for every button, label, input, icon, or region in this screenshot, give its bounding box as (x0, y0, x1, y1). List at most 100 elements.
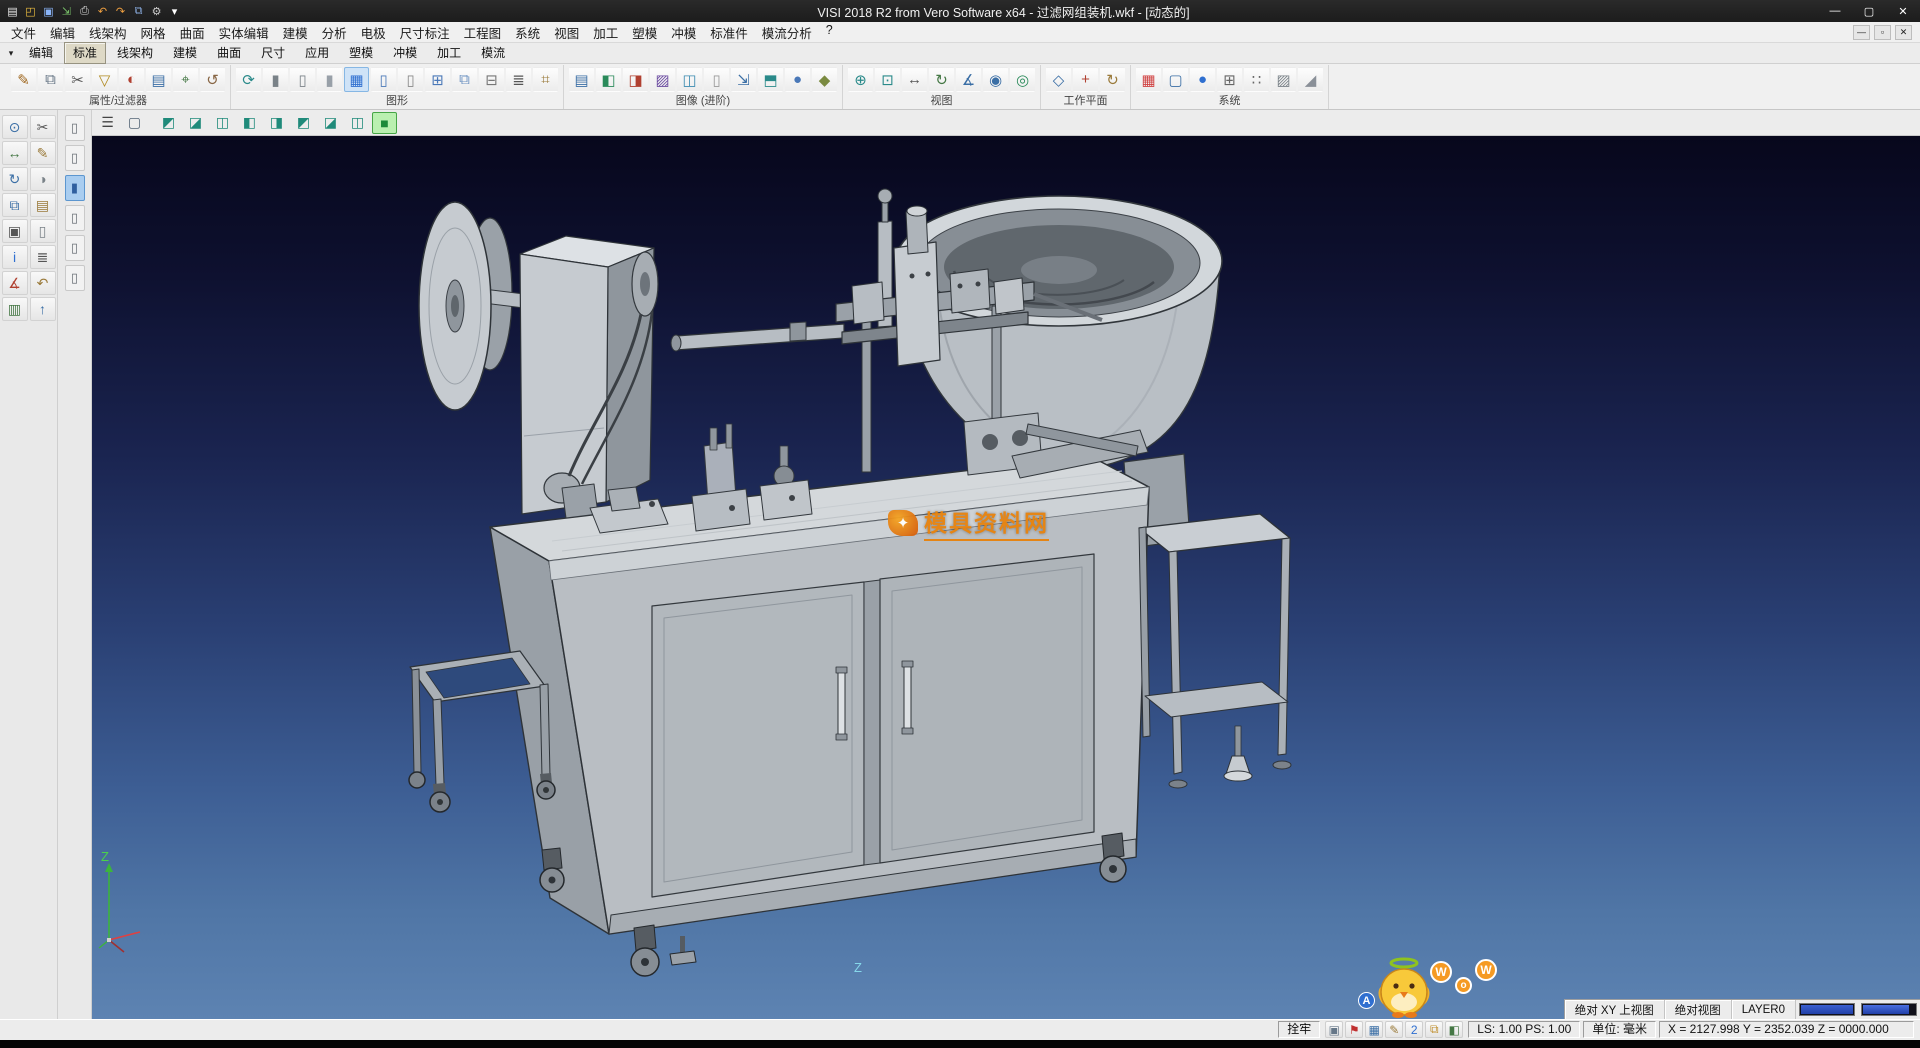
workplane-origin-button[interactable]: + (1073, 67, 1098, 92)
eye-view-button[interactable]: ◉ (983, 67, 1008, 92)
zoom-window-button[interactable]: ⊡ (875, 67, 900, 92)
front-view-button[interactable]: ◧ (237, 112, 262, 134)
tab[interactable]: 线架构 (108, 42, 162, 64)
tab[interactable]: 模流 (472, 42, 514, 64)
tab[interactable]: 应用 (296, 42, 338, 64)
doc-button[interactable]: ▯ (398, 67, 423, 92)
box-select-button[interactable]: ▣ (2, 219, 28, 243)
menu-item[interactable]: ? (819, 21, 840, 44)
page-arrow-button[interactable]: ⇲ (731, 67, 756, 92)
left-view-button[interactable]: ◪ (318, 112, 343, 134)
tab[interactable]: 加工 (428, 42, 470, 64)
menu-item[interactable]: 电极 (354, 21, 393, 44)
folder-button[interactable]: ⧉ (1425, 1021, 1443, 1038)
selection-count-button[interactable]: 2 (1405, 1021, 1423, 1038)
menu-item[interactable]: 标准件 (703, 21, 755, 44)
image-capture-button[interactable]: ▦ (1365, 1021, 1383, 1038)
clipboard-button[interactable]: ▯ (30, 219, 56, 243)
settings-button[interactable]: ⚙ (148, 3, 165, 19)
menu-item[interactable]: 曲面 (173, 21, 212, 44)
menu-item[interactable]: 文件 (4, 21, 43, 44)
hatch-button[interactable]: ▨ (1271, 67, 1296, 92)
snap-lock-button[interactable]: ▣ (1325, 1021, 1343, 1038)
tab[interactable]: 冲模 (384, 42, 426, 64)
doc-minimize-button[interactable]: — (1853, 25, 1870, 40)
dots-grid-button[interactable]: ∷ (1244, 67, 1269, 92)
menu-item[interactable]: 编辑 (43, 21, 82, 44)
panel-toggle-5-button[interactable]: ▯ (65, 235, 85, 261)
panel-toggle-4-button[interactable]: ▯ (65, 205, 85, 231)
pan-button[interactable]: ↔ (902, 67, 927, 92)
open-file-button[interactable]: ◰ (22, 3, 39, 19)
target-view-button[interactable]: ◎ (1010, 67, 1035, 92)
edit-attributes-button[interactable]: ✎ (11, 67, 36, 92)
menu-item[interactable]: 网格 (134, 21, 173, 44)
back-view-button[interactable]: ◩ (291, 112, 316, 134)
view-reference-indicator[interactable]: 绝对视图 (1665, 1000, 1732, 1019)
maximize-button[interactable]: ▢ (1852, 0, 1886, 22)
print-button[interactable]: ⎙ (76, 3, 93, 19)
trim-button[interactable]: ✂ (30, 115, 56, 139)
tab[interactable]: 标准 (64, 42, 106, 64)
element-filter-button[interactable]: ▽ (92, 67, 117, 92)
flag-button[interactable]: ⚑ (1345, 1021, 1363, 1038)
notes-button[interactable]: ▤ (30, 193, 56, 217)
measure-tool-button[interactable]: ∡ (2, 271, 28, 295)
list-panel-button[interactable]: ≣ (30, 245, 56, 269)
minimize-button[interactable]: — (1818, 0, 1852, 22)
cylinder-view-button[interactable]: ▮ (263, 67, 288, 92)
sphere-render-button[interactable]: ● (785, 67, 810, 92)
view-mode-indicator[interactable]: 绝对 XY 上视图 (1565, 1000, 1665, 1019)
cylinder-wire-button[interactable]: ▯ (290, 67, 315, 92)
import-button[interactable]: ⇲ (58, 3, 75, 19)
clear-filter-button[interactable]: ↺ (200, 67, 225, 92)
menu-item[interactable]: 系统 (508, 21, 547, 44)
snap-lock-toggle[interactable]: 拴牢 (1278, 1021, 1320, 1038)
rotate-button[interactable]: ↻ (2, 167, 28, 191)
menu-item[interactable]: 塑模 (625, 21, 664, 44)
ramp-button[interactable]: ◢ (1298, 67, 1323, 92)
menu-item[interactable]: 加工 (586, 21, 625, 44)
tab-dropdown-button[interactable]: ▾ (3, 45, 19, 62)
globe-button[interactable]: ● (1190, 67, 1215, 92)
menu-item[interactable]: 尺寸标注 (393, 21, 457, 44)
menu-item[interactable]: 工程图 (457, 21, 509, 44)
menu-item[interactable]: 实体编辑 (212, 21, 276, 44)
menu-item[interactable]: 视图 (547, 21, 586, 44)
shaded-view-button[interactable]: ■ (372, 112, 397, 134)
clip-plane-button[interactable]: ⬒ (758, 67, 783, 92)
panel-toggle-2-button[interactable]: ▯ (65, 145, 85, 171)
view-list-button[interactable]: ☰ (95, 112, 120, 134)
workplane-button[interactable]: ◇ (1046, 67, 1071, 92)
sheet-stack-button[interactable]: ⧉ (452, 67, 477, 92)
shaded-button[interactable]: ◨ (623, 67, 648, 92)
grid-display-button[interactable]: ▦ (344, 67, 369, 92)
doc-close-button[interactable]: ✕ (1895, 25, 1912, 40)
iso-view-se-button[interactable]: ◪ (183, 112, 208, 134)
menu-item[interactable]: 建模 (276, 21, 315, 44)
menu-item[interactable]: 分析 (315, 21, 354, 44)
move-button[interactable]: ↔ (2, 141, 28, 165)
panel-toggle-3-button[interactable]: ▮ (65, 175, 85, 201)
layers-panel-button[interactable]: ⧉ (2, 193, 28, 217)
workplane-rotate-button[interactable]: ↻ (1100, 67, 1125, 92)
doc-blue-button[interactable]: ▯ (371, 67, 396, 92)
menu-item[interactable]: 模流分析 (755, 21, 819, 44)
tab[interactable]: 曲面 (208, 42, 250, 64)
right-view-button[interactable]: ◨ (264, 112, 289, 134)
annotate-button[interactable]: ✎ (1385, 1021, 1403, 1038)
panel-toggle-6-button[interactable]: ▯ (65, 265, 85, 291)
cylinder-shade-button[interactable]: ▮ (317, 67, 342, 92)
copy-attributes-button[interactable]: ⧉ (38, 67, 63, 92)
menu-item[interactable]: 线架构 (82, 21, 134, 44)
rendered-button[interactable]: ▨ (650, 67, 675, 92)
color-palette-button[interactable]: ▦ (1136, 67, 1161, 92)
bottom-view-button[interactable]: ◫ (345, 112, 370, 134)
hidden-line-button[interactable]: ◧ (596, 67, 621, 92)
view-single-button[interactable]: ▢ (122, 112, 147, 134)
tab[interactable]: 编辑 (20, 42, 62, 64)
type-filter-button[interactable]: ⌖ (173, 67, 198, 92)
dynamic-section-button[interactable]: ◫ (677, 67, 702, 92)
active-layer-indicator[interactable]: LAYER0 (1732, 1000, 1796, 1019)
layers-button[interactable]: ⧉ (130, 3, 147, 19)
